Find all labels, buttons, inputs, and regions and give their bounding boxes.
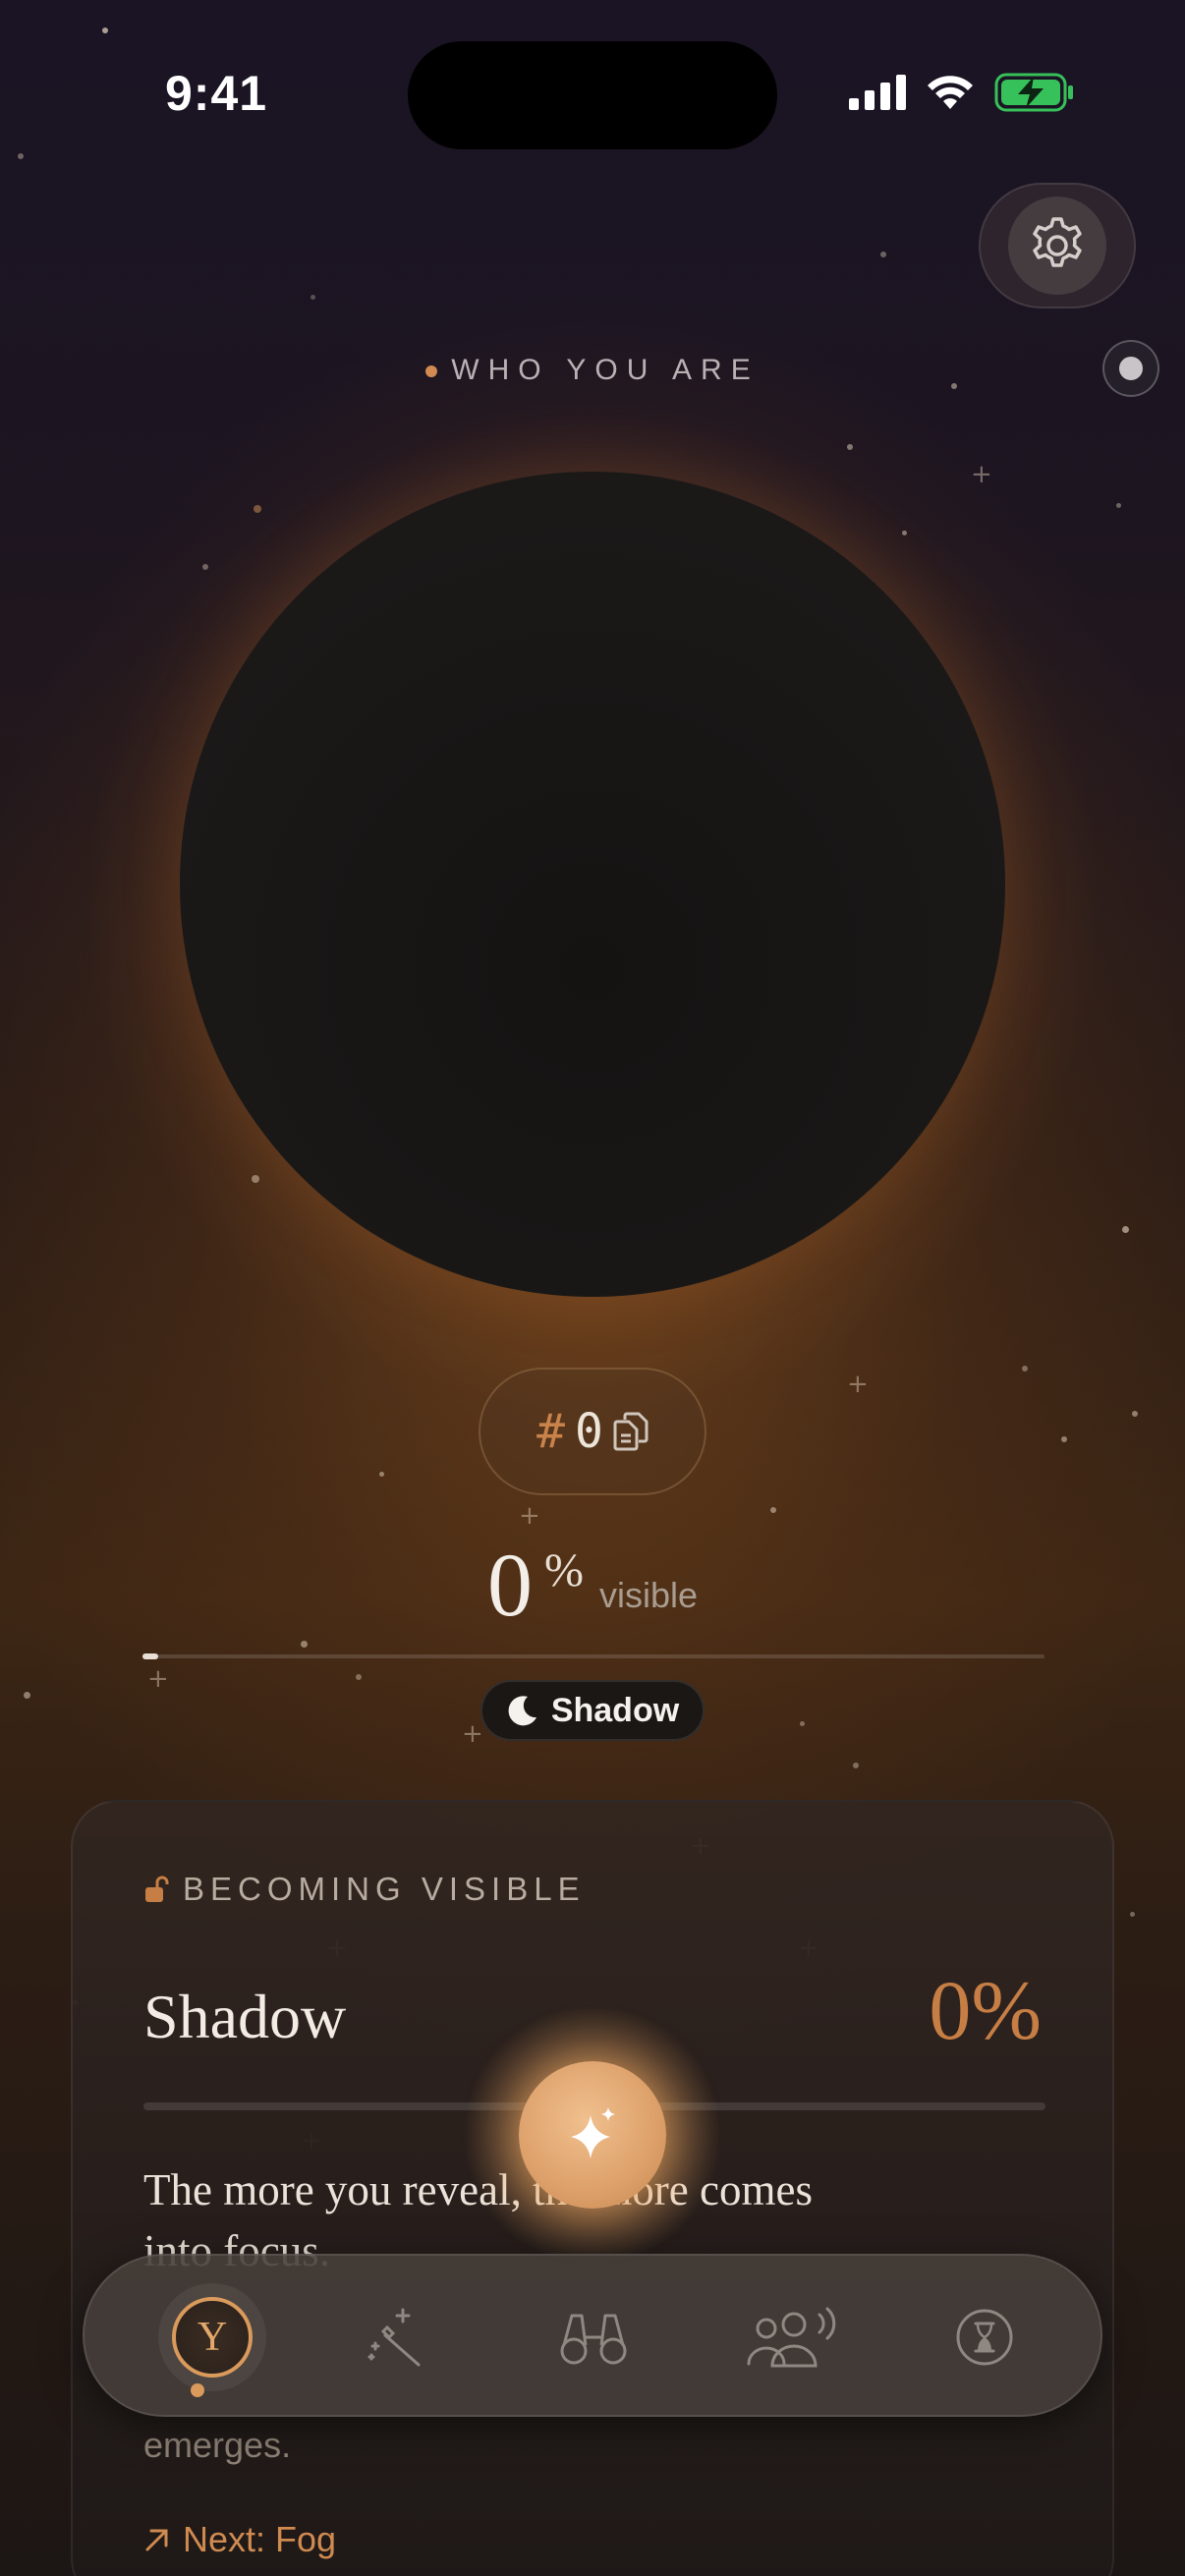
- visibility-progress-track: [142, 1653, 1044, 1659]
- dynamic-island: [408, 41, 777, 149]
- visibility-value: 0: [486, 1535, 533, 1635]
- card-eyebrow: BECOMING VISIBLE: [143, 1871, 586, 1908]
- star: [847, 444, 853, 450]
- battery-charging-icon: [994, 73, 1073, 112]
- star: [301, 1641, 308, 1648]
- star: [310, 295, 315, 300]
- bullet-dot: [425, 365, 438, 378]
- tab-people[interactable]: [723, 2256, 861, 2419]
- star: [1116, 503, 1121, 508]
- wifi-icon: [928, 76, 973, 109]
- star: [1022, 1366, 1028, 1372]
- visibility-word: visible: [598, 1575, 699, 1615]
- sparkle-cross: +: [971, 460, 992, 489]
- settings-button[interactable]: [979, 183, 1136, 308]
- star: [770, 1507, 776, 1513]
- sparkles-icon: [571, 2107, 615, 2158]
- status-time: 9:41: [165, 66, 268, 121]
- card-eyebrow-text: BECOMING VISIBLE: [183, 1871, 586, 1907]
- sparkle-cross: +: [147, 1664, 169, 1694]
- binoculars-icon: [560, 2314, 627, 2365]
- star: [24, 1692, 30, 1699]
- cellular-signal-icon: [849, 75, 906, 110]
- card-percent: 0%: [929, 1963, 1042, 2057]
- star: [102, 28, 108, 33]
- card-body-secondary: emerges.: [143, 2425, 292, 2465]
- star: [1122, 1226, 1129, 1233]
- tab-you-ring: Y: [158, 2283, 266, 2391]
- arrow-up-right-icon: [145, 2529, 168, 2551]
- section-label: WHO YOU ARE: [0, 354, 1185, 387]
- star: [379, 1472, 384, 1477]
- unlocked-icon: [145, 1876, 169, 1902]
- people-icon: [747, 2307, 836, 2368]
- sparkle-cross: +: [462, 1719, 483, 1749]
- next-phase-link[interactable]: Next: Fog: [143, 2519, 336, 2560]
- reveal-button[interactable]: [519, 2061, 666, 2209]
- star: [880, 252, 886, 257]
- visibility-readout: 0 % visible: [0, 1533, 1185, 1637]
- section-label-text: WHO YOU ARE: [451, 354, 760, 386]
- tab-bar: Y: [83, 2254, 1102, 2417]
- tab-time[interactable]: [916, 2256, 1053, 2419]
- copy-icon[interactable]: [613, 1412, 649, 1451]
- star: [254, 505, 261, 513]
- sparkle-cross: +: [519, 1501, 540, 1531]
- moon-icon: [508, 1696, 536, 1726]
- magic-wand-icon: [367, 2308, 421, 2367]
- settings-button-inner: [1008, 196, 1106, 295]
- visibility-unit: %: [543, 1544, 584, 1596]
- visibility-progress-fill: [142, 1653, 158, 1659]
- star: [853, 1763, 859, 1768]
- star: [356, 1674, 362, 1680]
- hourglass-icon: [956, 2309, 1013, 2366]
- tab-explore[interactable]: [525, 2256, 662, 2419]
- star: [1130, 1912, 1135, 1917]
- tab-you-avatar: Y: [172, 2297, 253, 2378]
- sparkle-cross: +: [847, 1370, 869, 1399]
- star: [18, 153, 24, 159]
- identity-orb[interactable]: [180, 472, 1005, 1297]
- card-title: Shadow: [143, 1982, 347, 2051]
- star: [1061, 1436, 1067, 1442]
- next-phase-label: Next: Fog: [183, 2519, 337, 2559]
- phase-label: Shadow: [550, 1691, 680, 1729]
- status-icons: [849, 73, 1075, 112]
- phase-pill[interactable]: Shadow: [480, 1680, 705, 1741]
- tab-magic[interactable]: [326, 2256, 464, 2419]
- id-prefix: #: [536, 1404, 565, 1459]
- id-value: 0: [575, 1404, 603, 1459]
- star: [800, 1721, 805, 1726]
- tab-active-indicator: [191, 2383, 204, 2397]
- star: [1132, 1411, 1138, 1417]
- tab-you[interactable]: Y: [143, 2256, 281, 2419]
- gear-icon: [1033, 217, 1082, 267]
- id-pill[interactable]: # 0: [479, 1368, 706, 1495]
